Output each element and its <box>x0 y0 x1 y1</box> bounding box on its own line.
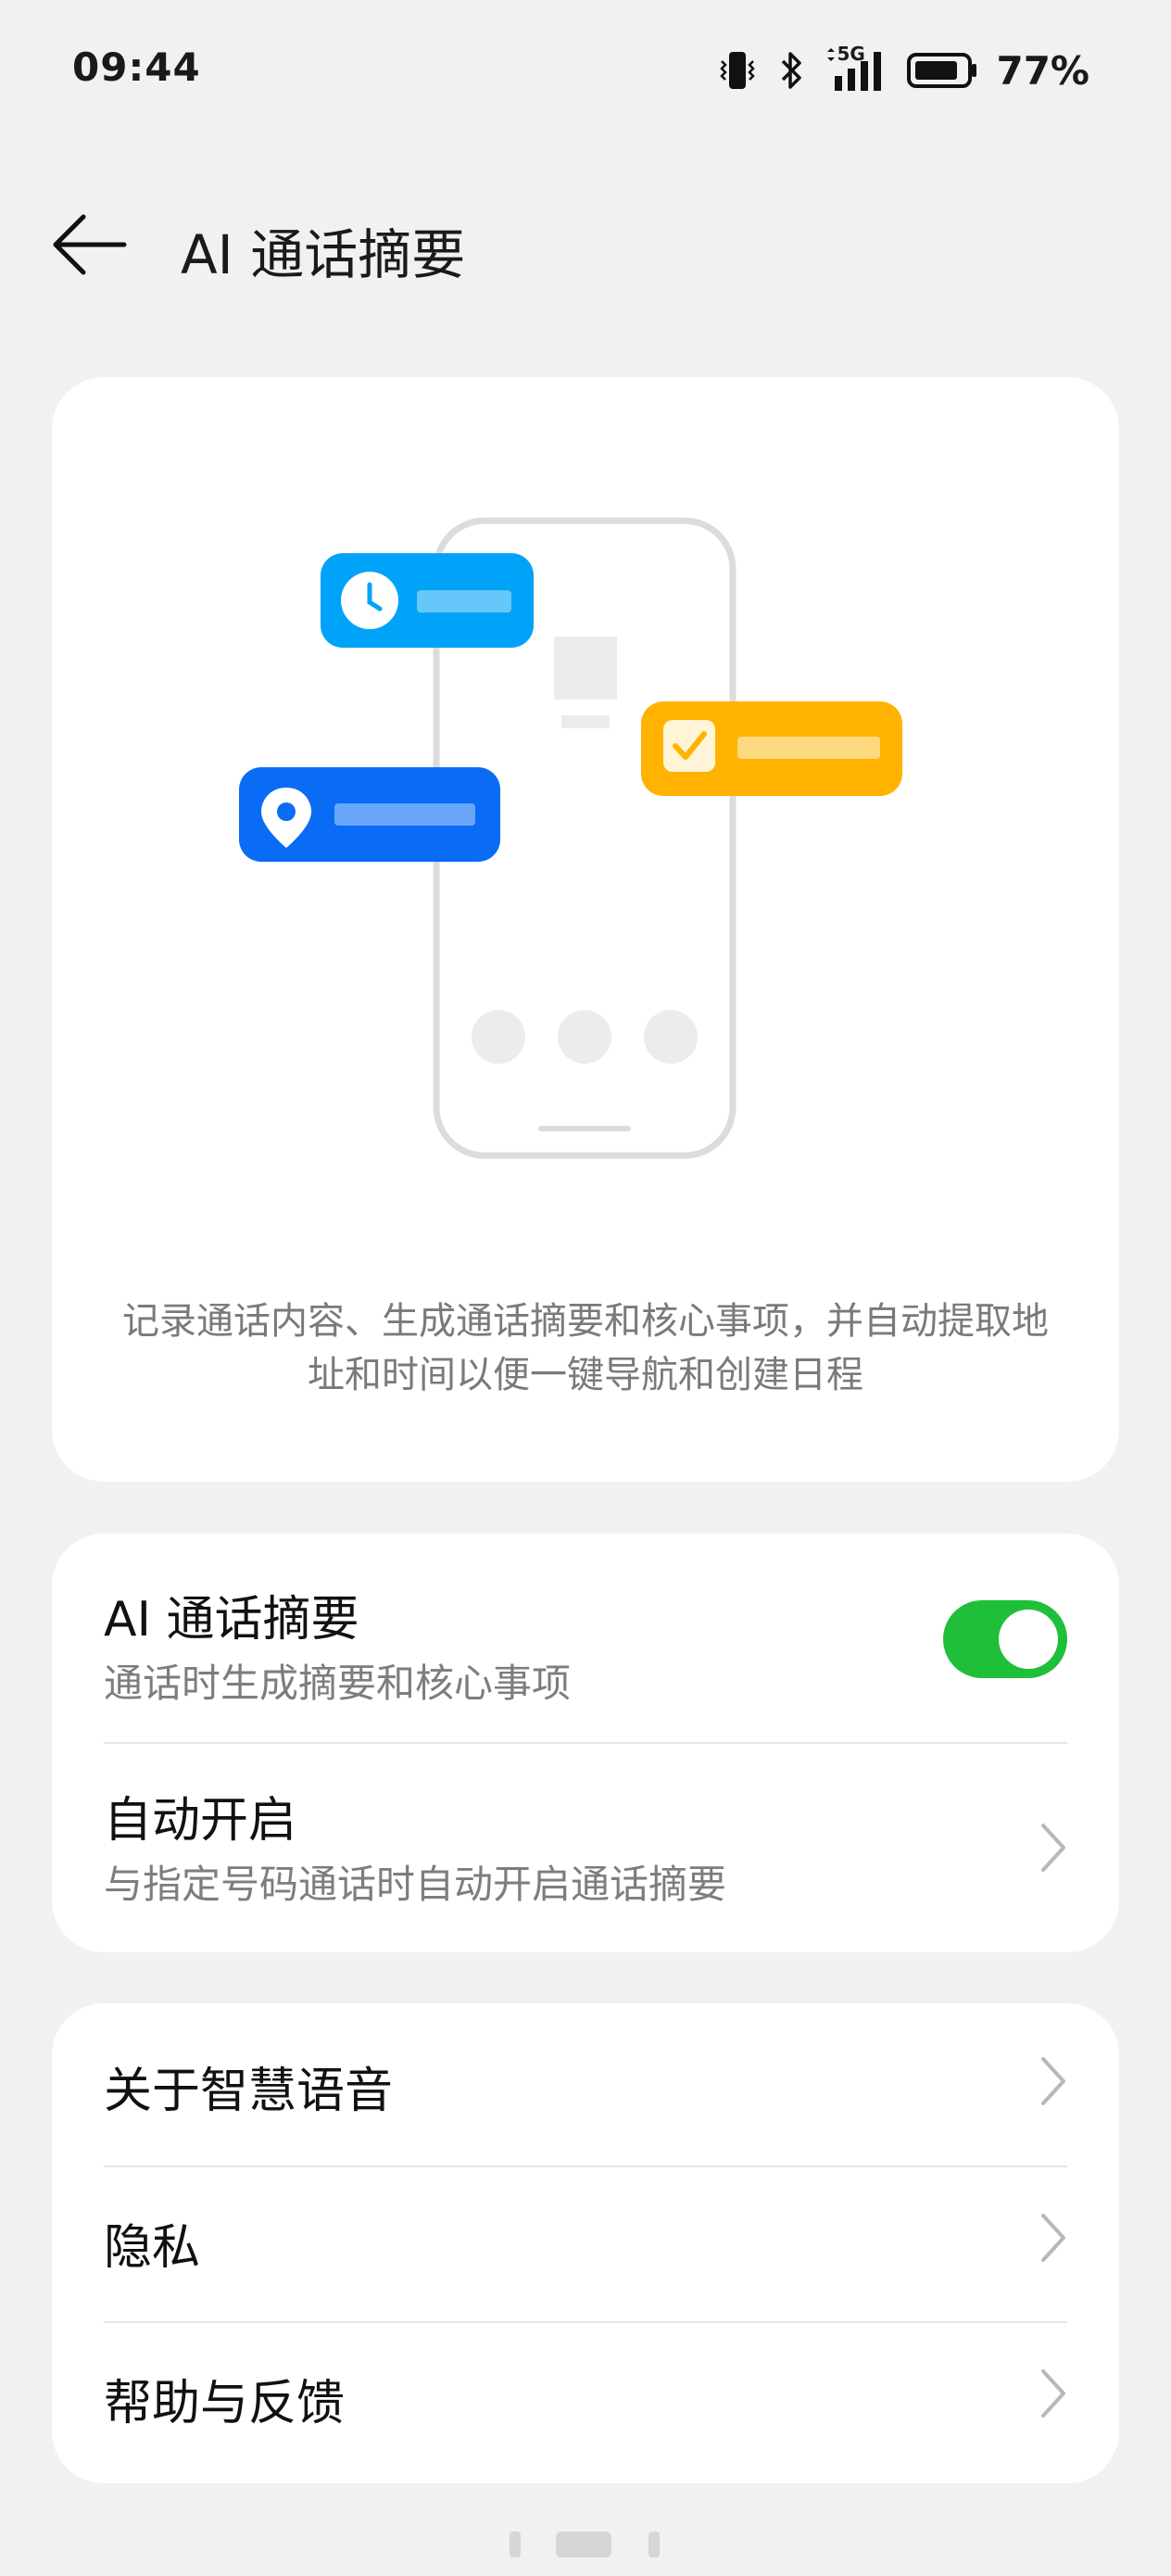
battery-icon <box>907 52 977 89</box>
signal-icon: 5G <box>824 43 888 93</box>
auto-start-row[interactable]: 自动开启 与指定号码通话时自动开启通话摘要 <box>52 1744 1119 1952</box>
status-bar: 09:44 5G 77% <box>0 0 1171 139</box>
network-type: 5G <box>837 43 865 65</box>
vibrate-icon <box>716 50 759 91</box>
checkbox-icon <box>663 720 715 772</box>
battery-percent: 77% <box>996 47 1089 94</box>
task-card <box>641 701 902 796</box>
back-arrow-icon <box>53 214 127 275</box>
auto-start-subtitle: 与指定号码通话时自动开启通话摘要 <box>104 1862 727 1907</box>
chevron-right-icon <box>1041 1824 1065 1872</box>
chevron-right-icon <box>1041 2057 1065 2105</box>
link-help-feedback[interactable]: 帮助与反馈 <box>52 2323 1119 2483</box>
ai-summary-row: AI 通话摘要 通话时生成摘要和核心事项 <box>52 1534 1119 1742</box>
link-about-voice[interactable]: 关于智慧语音 <box>52 2003 1119 2159</box>
gesture-bar-hint <box>500 2528 673 2561</box>
feature-description: 记录通话内容、生成通话摘要和核心事项，并自动提取地址和时间以便一键导航和创建日程 <box>122 1300 1049 1396</box>
summary-illustration <box>239 517 902 1159</box>
chevron-right-icon <box>1041 2369 1065 2418</box>
link-label: 帮助与反馈 <box>104 2376 346 2431</box>
auto-start-title: 自动开启 <box>104 1793 297 1849</box>
page-title: AI 通话摘要 <box>181 223 466 286</box>
settings-card: AI 通话摘要 通话时生成摘要和核心事项 自动开启 与指定号码通话时自动开启通话… <box>52 1534 1119 1952</box>
link-privacy[interactable]: 隐私 <box>52 2167 1119 2321</box>
links-card: 关于智慧语音 隐私 帮助与反馈 <box>52 2003 1119 2483</box>
bluetooth-icon <box>777 50 805 91</box>
ai-summary-title: AI 通话摘要 <box>104 1592 359 1648</box>
clock-card <box>321 553 534 648</box>
chevron-right-icon <box>1041 2214 1065 2262</box>
header: AI 通话摘要 <box>0 185 1171 306</box>
clock-icon <box>341 572 398 629</box>
hero-card: 记录通话内容、生成通话摘要和核心事项，并自动提取地址和时间以便一键导航和创建日程 <box>52 377 1119 1482</box>
link-label: 隐私 <box>104 2220 201 2276</box>
ai-summary-subtitle: 通话时生成摘要和核心事项 <box>104 1661 572 1706</box>
location-card <box>239 767 500 862</box>
status-icons: 5G 77% <box>716 43 1089 98</box>
toggle-knob <box>999 1610 1058 1669</box>
link-label: 关于智慧语音 <box>104 2064 394 2119</box>
ai-summary-toggle[interactable] <box>943 1600 1067 1678</box>
back-button[interactable] <box>50 208 133 282</box>
status-time: 09:44 <box>72 44 201 90</box>
